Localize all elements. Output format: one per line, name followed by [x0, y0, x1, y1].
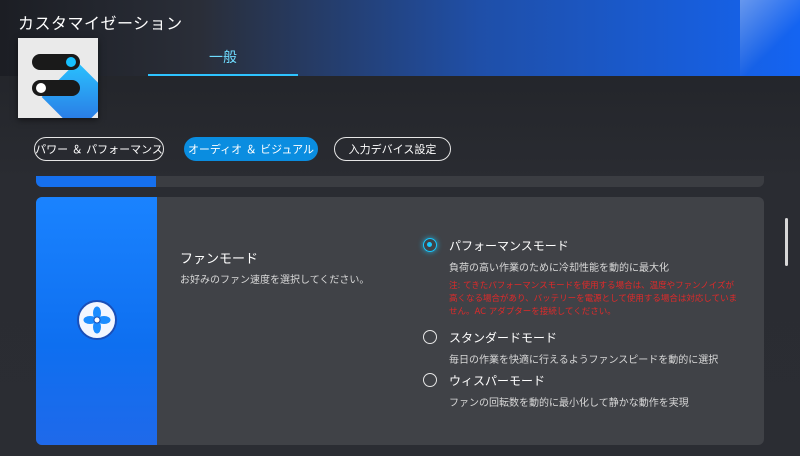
app-title: カスタマイゼーション: [18, 14, 183, 33]
subtab-input-devices[interactable]: 入力デバイス設定: [334, 137, 451, 161]
option-description: ファンの回転数を動的に最小化して静かな動作を実現: [449, 398, 689, 409]
subtab-power-performance[interactable]: パワー ＆ パフォーマンス: [34, 137, 164, 161]
fan-mode-card: ファンモード お好みのファン速度を選択してください。 パフォーマンスモード 負荷…: [36, 197, 764, 445]
tab-underline: [148, 74, 298, 76]
subtab-audio-visual[interactable]: オーディオ ＆ ビジュアル: [184, 137, 318, 161]
tab-general-label: 一般: [209, 50, 237, 66]
radio-performance[interactable]: [423, 238, 437, 252]
option-label: ウィスパーモード: [449, 374, 546, 388]
option-label: パフォーマンスモード: [449, 239, 569, 253]
fan-card-side-panel: [36, 197, 157, 445]
fan-mode-title: ファンモード: [180, 252, 259, 267]
header-sheen: [740, 0, 800, 76]
radio-standard[interactable]: [423, 330, 437, 344]
option-description: 負荷の高い作業のために冷却性能を動的に最大化: [449, 263, 669, 274]
toggle-off-icon: [32, 80, 80, 96]
tab-general[interactable]: 一般: [148, 40, 298, 76]
previous-card-accent: [36, 176, 156, 187]
option-description: 毎日の作業を快適に行えるようファンスピードを動的に選択: [449, 355, 719, 366]
fan-icon: [77, 300, 117, 340]
vertical-scrollbar[interactable]: [785, 218, 788, 266]
previous-card-strip: [36, 176, 764, 187]
fan-mode-description: お好みのファン速度を選択してください。: [180, 275, 370, 286]
toggle-on-icon: [32, 54, 80, 70]
option-label: スタンダードモード: [449, 331, 558, 345]
radio-whisper[interactable]: [423, 373, 437, 387]
option-warning: 注: てきたパフォーマンスモードを使用する場合は、温度やファンノイズが高くなる場…: [449, 281, 738, 317]
app-icon: [18, 38, 98, 118]
